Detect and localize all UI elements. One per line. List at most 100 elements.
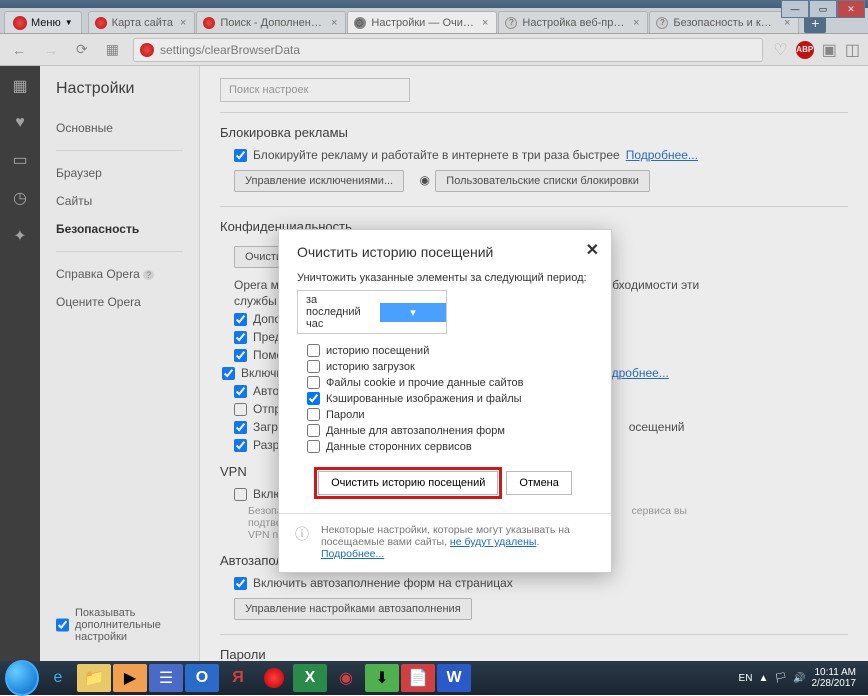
- browser-tab[interactable]: Поиск - Дополнения Ор×: [196, 11, 346, 33]
- tab-title: Настройки — Очистить и: [371, 17, 475, 29]
- taskbar-word-icon[interactable]: W: [437, 664, 471, 692]
- modal-item[interactable]: историю посещений: [307, 344, 593, 357]
- heart-icon[interactable]: ♥: [15, 114, 25, 132]
- tab-close-button[interactable]: ×: [480, 17, 490, 29]
- privacy-opt-checkbox[interactable]: [234, 439, 247, 452]
- taskbar-app-icon[interactable]: ☰: [149, 664, 183, 692]
- tray-flag-icon[interactable]: 🏳: [774, 673, 787, 684]
- sidebar-item-help[interactable]: Справка Opera ?: [40, 260, 199, 288]
- taskbar-explorer-icon[interactable]: 📁: [77, 664, 111, 692]
- forward-button[interactable]: →: [40, 40, 62, 60]
- taskbar-player-icon[interactable]: ▶: [113, 664, 147, 692]
- taskbar-pdf-icon[interactable]: 📄: [401, 664, 435, 692]
- taskbar-app2-icon[interactable]: ⬇: [365, 664, 399, 692]
- privacy-opt-checkbox[interactable]: [234, 421, 247, 434]
- modal-close-button[interactable]: ✕: [586, 240, 599, 260]
- show-advanced-checkbox[interactable]: Показывать дополнительные настройки: [52, 607, 195, 643]
- taskbar-browser-icon[interactable]: ◉: [329, 664, 363, 692]
- start-button[interactable]: [5, 664, 39, 692]
- cancel-button[interactable]: Отмена: [506, 471, 571, 495]
- left-icon-bar: ▦ ♥ ▭ ◷ ✦: [0, 66, 40, 667]
- adblock-lists-button[interactable]: Пользовательские списки блокировки: [435, 170, 650, 192]
- modal-item-checkbox[interactable]: [307, 376, 320, 389]
- tab-close-button[interactable]: ×: [782, 17, 792, 29]
- modal-item-checkbox[interactable]: [307, 424, 320, 437]
- taskbar-outlook-icon[interactable]: O: [185, 664, 219, 692]
- modal-item[interactable]: Файлы cookie и прочие данные сайтов: [307, 376, 593, 389]
- taskbar-opera-icon[interactable]: [257, 664, 291, 692]
- sidebar-item-security[interactable]: Безопасность: [40, 215, 199, 243]
- sidebar-item-basic[interactable]: Основные: [40, 114, 199, 142]
- tab-close-button[interactable]: ×: [631, 17, 641, 29]
- sidebar-item-browser[interactable]: Браузер: [40, 159, 199, 187]
- extensions-icon[interactable]: ✦: [13, 226, 26, 246]
- taskbar-excel-icon[interactable]: X: [293, 664, 327, 692]
- settings-sidebar: Настройки Основные Браузер Сайты Безопас…: [40, 66, 200, 667]
- tab-favicon: ?: [656, 17, 668, 29]
- url-field[interactable]: settings/clearBrowserData: [133, 38, 763, 62]
- system-tray[interactable]: EN ▲ 🏳 🔊 10:11 AM 2/28/2017: [739, 667, 864, 689]
- modal-item-checkbox[interactable]: [307, 392, 320, 405]
- taskbar-ie-icon[interactable]: e: [41, 664, 75, 692]
- bookmark-icon[interactable]: ♡: [773, 40, 787, 60]
- autofill-checkbox[interactable]: [234, 577, 247, 590]
- tray-up-icon[interactable]: ▲: [758, 673, 768, 684]
- adblock-icon[interactable]: ABP: [796, 41, 814, 59]
- speed-dial-icon[interactable]: ▦: [12, 76, 27, 96]
- adblock-more-link[interactable]: Подробнее...: [626, 148, 698, 162]
- modal-item-checkbox[interactable]: [307, 408, 320, 421]
- confirm-clear-button[interactable]: Очистить историю посещений: [318, 471, 498, 495]
- modal-item-checkbox[interactable]: [307, 440, 320, 453]
- privacy-opt-checkbox[interactable]: [234, 313, 247, 326]
- tab-title: Карта сайта: [112, 17, 173, 29]
- window-close-button[interactable]: ✕: [837, 0, 865, 18]
- modal-item-checkbox[interactable]: [307, 360, 320, 373]
- adblock-checkbox[interactable]: [234, 149, 247, 162]
- tray-lang[interactable]: EN: [739, 673, 753, 684]
- browser-tab[interactable]: ⚙Настройки — Очистить и×: [347, 11, 497, 33]
- browser-tab[interactable]: ?Настройка веб-предпоч×: [498, 11, 648, 33]
- extension-icon[interactable]: ▣: [822, 40, 837, 60]
- modal-item[interactable]: Данные для автозаполнения форм: [307, 424, 593, 437]
- privacy-opt-checkbox[interactable]: [234, 349, 247, 362]
- extension-icon-2[interactable]: ◫: [845, 40, 860, 60]
- autofill-manage-button[interactable]: Управление настройками автозаполнения: [234, 598, 472, 620]
- sidebar-item-sites[interactable]: Сайты: [40, 187, 199, 215]
- site-icon: [140, 43, 154, 57]
- not-deleted-link[interactable]: не будут удалены: [450, 536, 537, 548]
- history-icon[interactable]: ◷: [13, 188, 27, 208]
- news-icon[interactable]: ▭: [12, 150, 27, 170]
- modal-item[interactable]: историю загрузок: [307, 360, 593, 373]
- modal-more-link[interactable]: Подробнее...: [321, 548, 384, 560]
- help-icon: ?: [143, 270, 154, 280]
- privacy-opt-checkbox[interactable]: [234, 331, 247, 344]
- speed-dial-button[interactable]: ▦: [102, 39, 123, 60]
- modal-item[interactable]: Данные сторонних сервисов: [307, 440, 593, 453]
- period-dropdown[interactable]: за последний час ▾: [297, 290, 447, 334]
- sidebar-item-rate[interactable]: Оцените Opera: [40, 288, 199, 316]
- opera-menu-button[interactable]: Меню ▼: [4, 11, 82, 33]
- tab-title: Настройка веб-предпоч: [522, 17, 626, 29]
- window-maximize-button[interactable]: ▭: [809, 0, 837, 18]
- tray-volume-icon[interactable]: 🔊: [793, 673, 805, 684]
- browser-tab[interactable]: Карта сайта ×: [88, 11, 196, 33]
- browser-tab[interactable]: ?Безопасность и конфид×: [649, 11, 799, 33]
- section-adblock-title: Блокировка рекламы: [220, 125, 848, 140]
- back-button[interactable]: ←: [8, 40, 30, 60]
- modal-item-checkbox[interactable]: [307, 344, 320, 357]
- privacy-opt-checkbox[interactable]: [234, 403, 247, 416]
- modal-item[interactable]: Кэшированные изображения и файлы: [307, 392, 593, 405]
- tab-close-button[interactable]: ×: [178, 17, 188, 29]
- adblock-exceptions-button[interactable]: Управление исключениями...: [234, 170, 404, 192]
- window-minimize-button[interactable]: —: [781, 0, 809, 18]
- url-text: settings/clearBrowserData: [160, 43, 300, 57]
- settings-search-input[interactable]: Поиск настроек: [220, 78, 410, 102]
- vpn-checkbox[interactable]: [234, 488, 247, 501]
- privacy-opt-checkbox[interactable]: [222, 367, 235, 380]
- taskbar-yandex-icon[interactable]: Я: [221, 664, 255, 692]
- reload-button[interactable]: ⟳: [72, 39, 92, 60]
- privacy-opt-checkbox[interactable]: [234, 385, 247, 398]
- tab-close-button[interactable]: ×: [329, 17, 339, 29]
- modal-item[interactable]: Пароли: [307, 408, 593, 421]
- tray-time: 10:11 AM: [812, 667, 857, 678]
